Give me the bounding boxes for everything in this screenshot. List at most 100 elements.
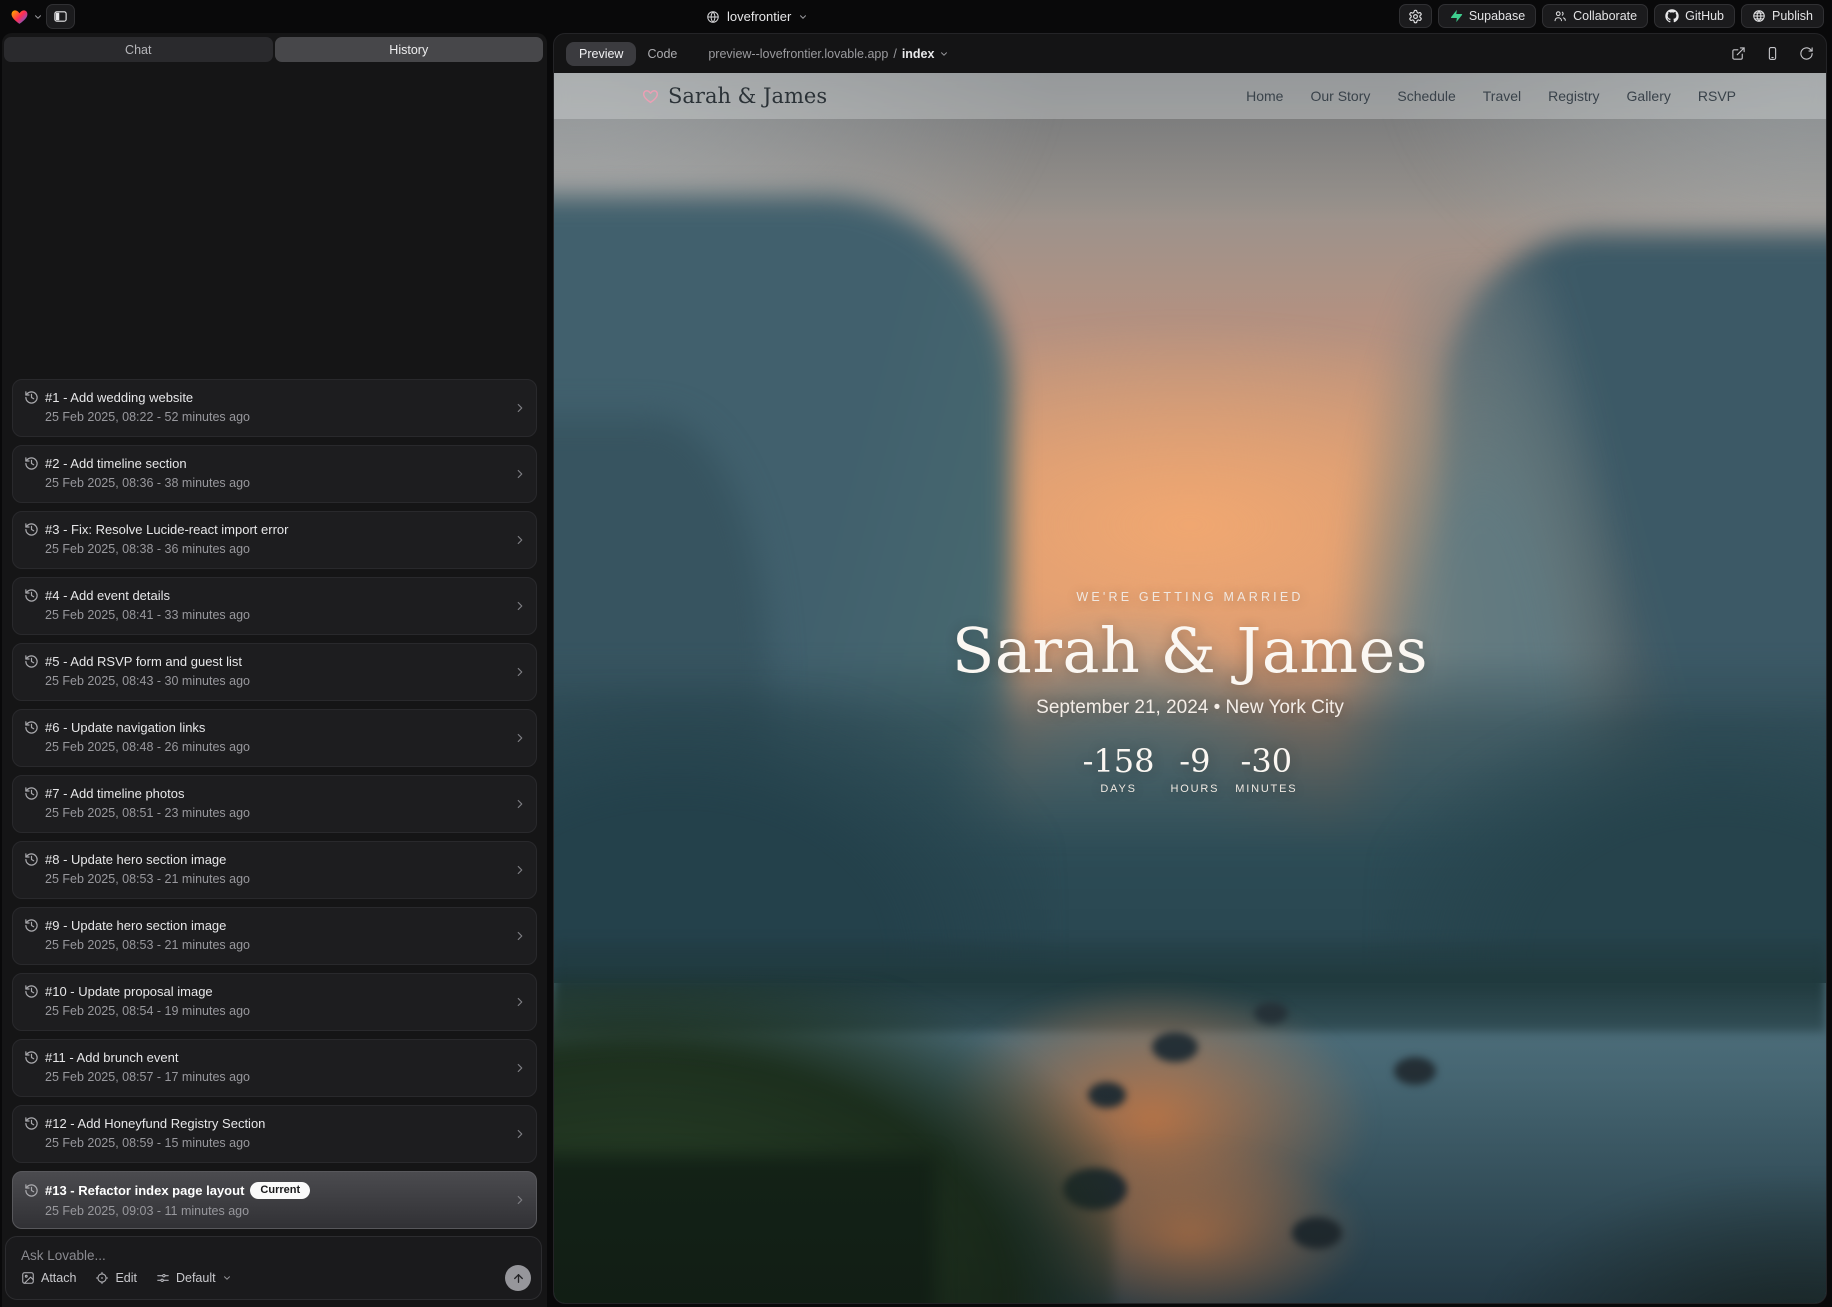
history-item[interactable]: #6 - Update navigation links 25 Feb 2025… — [12, 709, 537, 767]
history-item-timestamp: 25 Feb 2025, 08:36 - 38 minutes ago — [45, 476, 506, 490]
history-item[interactable]: #9 - Update hero section image 25 Feb 20… — [12, 907, 537, 965]
preview-url-separator: / — [893, 47, 896, 61]
history-item-title: #11 - Add brunch event — [45, 1050, 178, 1065]
open-external-icon[interactable] — [1731, 46, 1746, 61]
site-nav-link[interactable]: Home — [1246, 88, 1283, 104]
edit-label: Edit — [115, 1271, 137, 1285]
chevron-right-icon — [513, 863, 527, 877]
site-nav-link[interactable]: Our Story — [1310, 88, 1370, 104]
hero-content: WE'RE GETTING MARRIED Sarah & James Sept… — [554, 590, 1826, 795]
history-item[interactable]: #5 - Add RSVP form and guest list 25 Feb… — [12, 643, 537, 701]
history-icon — [24, 786, 39, 801]
history-item[interactable]: #2 - Add timeline section 25 Feb 2025, 0… — [12, 445, 537, 503]
history-icon — [24, 852, 39, 867]
history-item-timestamp: 25 Feb 2025, 08:57 - 17 minutes ago — [45, 1070, 506, 1084]
history-item-timestamp: 25 Feb 2025, 08:22 - 52 minutes ago — [45, 410, 506, 424]
history-item-timestamp: 25 Feb 2025, 09:03 - 11 minutes ago — [45, 1204, 506, 1218]
history-icon — [24, 984, 39, 999]
history-item-title: #13 - Refactor index page layout — [45, 1183, 244, 1198]
attach-button[interactable]: Attach — [21, 1271, 76, 1285]
tab-code[interactable]: Code — [636, 42, 688, 66]
history-icon — [24, 1183, 39, 1198]
history-item[interactable]: #11 - Add brunch event 25 Feb 2025, 08:5… — [12, 1039, 537, 1097]
sidebar-toggle-button[interactable] — [46, 4, 75, 29]
site-nav-link[interactable]: Schedule — [1397, 88, 1455, 104]
history-item[interactable]: #4 - Add event details 25 Feb 2025, 08:4… — [12, 577, 537, 635]
chevron-right-icon — [513, 731, 527, 745]
history-item-title: #12 - Add Honeyfund Registry Section — [45, 1116, 265, 1131]
supabase-icon — [1449, 9, 1463, 23]
collaborate-button[interactable]: Collaborate — [1542, 4, 1648, 28]
site-logo[interactable]: Sarah & James — [642, 84, 827, 108]
github-button[interactable]: GitHub — [1654, 4, 1735, 28]
mode-select[interactable]: Default — [156, 1271, 232, 1285]
history-item[interactable]: #8 - Update hero section image 25 Feb 20… — [12, 841, 537, 899]
mobile-view-icon[interactable] — [1765, 46, 1780, 61]
countdown-label: HOURS — [1171, 783, 1220, 795]
history-item-title: #9 - Update hero section image — [45, 918, 226, 933]
history-icon — [24, 1116, 39, 1131]
countdown-label: MINUTES — [1235, 783, 1297, 795]
history-item[interactable]: #7 - Add timeline photos 25 Feb 2025, 08… — [12, 775, 537, 833]
history-item-title: #6 - Update navigation links — [45, 720, 205, 735]
sidebar-tabs: Chat History — [4, 37, 543, 62]
chevron-right-icon — [513, 929, 527, 943]
chevron-right-icon — [513, 1127, 527, 1141]
countdown-item: -158 DAYS — [1083, 743, 1155, 795]
history-item[interactable]: #1 - Add wedding website 25 Feb 2025, 08… — [12, 379, 537, 437]
countdown-item: -30 MINUTES — [1235, 743, 1297, 795]
chevron-right-icon — [513, 1061, 527, 1075]
tab-history[interactable]: History — [275, 37, 544, 62]
sliders-icon — [156, 1271, 170, 1285]
history-item[interactable]: #12 - Add Honeyfund Registry Section 25 … — [12, 1105, 537, 1163]
supabase-button[interactable]: Supabase — [1438, 4, 1536, 28]
gear-icon — [1408, 9, 1423, 24]
preview-url-selector[interactable]: preview--lovefrontier.lovable.app / inde… — [708, 47, 949, 61]
publish-button[interactable]: Publish — [1741, 4, 1824, 28]
edit-button[interactable]: Edit — [95, 1271, 137, 1285]
users-icon — [1553, 9, 1567, 23]
mode-label: Default — [176, 1271, 216, 1285]
send-button[interactable] — [505, 1265, 531, 1291]
hero-title: Sarah & James — [554, 614, 1826, 687]
hero-eyebrow: WE'RE GETTING MARRIED — [554, 590, 1826, 604]
preview-toolbar-icons — [1731, 46, 1814, 61]
history-item[interactable]: #13 - Refactor index page layout Current… — [12, 1171, 537, 1229]
site-nav: Home Our Story Schedule Travel Registry Galle… — [1246, 88, 1736, 104]
site-nav-link[interactable]: Travel — [1483, 88, 1521, 104]
countdown-value: -158 — [1083, 743, 1155, 780]
chevron-right-icon — [513, 995, 527, 1009]
heart-icon — [642, 88, 659, 105]
composer-placeholder[interactable]: Ask Lovable... — [21, 1248, 106, 1263]
site-viewport: Sarah & James Home Our Story Schedule Trave… — [554, 73, 1826, 1303]
history-item[interactable]: #10 - Update proposal image 25 Feb 2025,… — [12, 973, 537, 1031]
history-icon — [24, 1050, 39, 1065]
history-item-title: #8 - Update hero section image — [45, 852, 226, 867]
history-item-title: #7 - Add timeline photos — [45, 786, 184, 801]
lovable-menu[interactable] — [10, 0, 43, 33]
tab-preview[interactable]: Preview — [566, 42, 636, 66]
project-switcher[interactable]: lovefrontier — [706, 0, 808, 33]
history-item-timestamp: 25 Feb 2025, 08:53 - 21 minutes ago — [45, 872, 506, 886]
chevron-right-icon — [513, 533, 527, 547]
history-item-timestamp: 25 Feb 2025, 08:48 - 26 minutes ago — [45, 740, 506, 754]
history-icon — [24, 918, 39, 933]
chat-sidebar: Chat History #1 - Add wedding website 25… — [2, 33, 547, 1307]
settings-button[interactable] — [1399, 4, 1432, 28]
collaborate-label: Collaborate — [1573, 9, 1637, 23]
countdown: -158 DAYS -9 HOURS -30 MINUTES — [554, 743, 1826, 795]
site-nav-link[interactable]: RSVP — [1698, 88, 1736, 104]
project-name: lovefrontier — [727, 9, 791, 24]
site-nav-link[interactable]: Registry — [1548, 88, 1599, 104]
refresh-icon[interactable] — [1799, 46, 1814, 61]
hero-date-location: September 21, 2024 • New York City — [554, 697, 1826, 719]
panel-left-icon — [53, 9, 68, 24]
tab-chat[interactable]: Chat — [4, 37, 273, 62]
site-nav-link[interactable]: Gallery — [1627, 88, 1671, 104]
countdown-value: -30 — [1235, 743, 1297, 780]
chevron-down-icon — [222, 1273, 232, 1283]
history-item[interactable]: #3 - Fix: Resolve Lucide-react import er… — [12, 511, 537, 569]
github-label: GitHub — [1685, 9, 1724, 23]
history-icon — [24, 390, 39, 405]
chat-composer[interactable]: Ask Lovable... Attach Edit Default — [5, 1236, 542, 1300]
